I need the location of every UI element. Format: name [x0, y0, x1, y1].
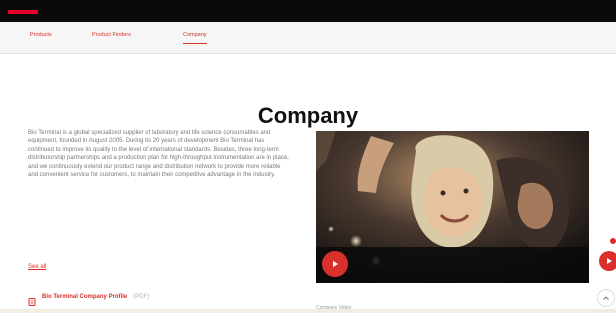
play-icon[interactable] — [322, 251, 348, 277]
video-control-bar — [316, 247, 589, 283]
chevron-up-icon[interactable] — [597, 289, 615, 307]
brand-logo[interactable] — [8, 10, 38, 14]
page-title: Company — [257, 102, 359, 128]
company-profile-download[interactable]: Bio Terminal Company Profile (PDF) — [28, 291, 150, 306]
top-bar — [0, 0, 616, 22]
floating-play-icon[interactable] — [599, 251, 616, 271]
subnav-item-company[interactable]: Company — [183, 32, 207, 44]
company-profile-format: (PDF) — [133, 294, 150, 300]
pdf-icon — [28, 293, 36, 306]
subnav-item-product-finders[interactable]: Product Finders — [92, 32, 131, 38]
intro-paragraph: Bio Terminal is a global specialized sup… — [28, 130, 289, 179]
sub-navigation: Products Product Finders Company — [0, 22, 616, 54]
see-all-link[interactable]: See all — [28, 264, 46, 270]
side-indicator-dot — [610, 238, 616, 244]
company-profile-label[interactable]: Bio Terminal Company Profile — [42, 294, 127, 300]
subnav-item-products[interactable]: Products — [30, 32, 52, 38]
company-video-player[interactable] — [316, 131, 589, 283]
cookie-banner-strip — [0, 309, 616, 313]
